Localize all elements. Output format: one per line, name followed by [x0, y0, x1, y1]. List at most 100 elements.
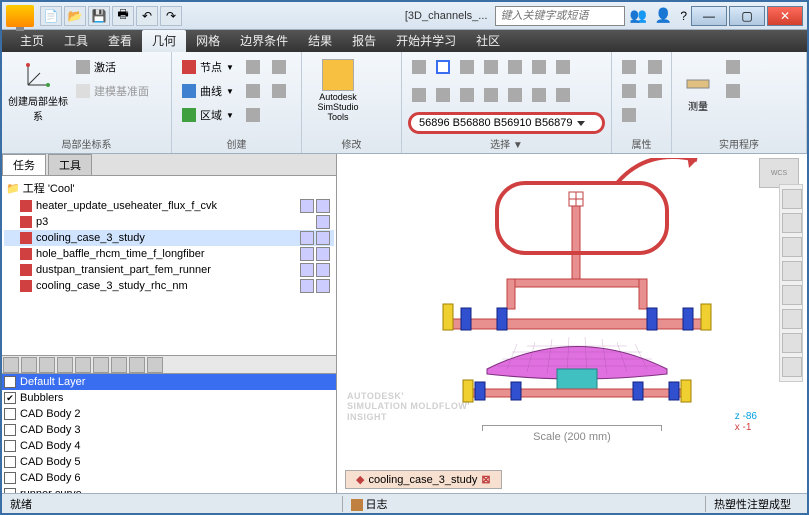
project-root[interactable]: 📁 工程 'Cool'	[4, 178, 334, 198]
activate-button[interactable]: 激活	[72, 56, 153, 78]
layer-btn5[interactable]	[75, 357, 91, 373]
checkbox[interactable]	[4, 456, 16, 468]
qat-open-icon[interactable]: 📂	[64, 6, 86, 26]
layer-btn8[interactable]	[129, 357, 145, 373]
curve-button[interactable]: 曲线▼	[178, 80, 238, 102]
qat-save-icon[interactable]: 💾	[88, 6, 110, 26]
sel-tool7[interactable]	[552, 56, 574, 78]
vp-arrow-icon[interactable]	[782, 213, 802, 233]
sel-tool1[interactable]	[408, 56, 430, 78]
vp-view-icon[interactable]	[782, 357, 802, 377]
menu-1[interactable]: 工具	[54, 30, 98, 52]
layer-btn7[interactable]	[111, 357, 127, 373]
close-button[interactable]: ✕	[767, 6, 803, 26]
util-tool2[interactable]	[722, 80, 744, 102]
community-icon[interactable]: 👥	[629, 7, 646, 24]
sel-arrow-icon[interactable]	[432, 56, 454, 78]
menu-0[interactable]: 主页	[10, 30, 54, 52]
create-local-cs-button[interactable]: 创建局部坐标系	[8, 56, 68, 126]
checkbox[interactable]	[4, 488, 16, 493]
sel-tool3[interactable]	[456, 56, 478, 78]
prop-tool2[interactable]	[618, 80, 640, 102]
region-button[interactable]: 区域▼	[178, 104, 238, 126]
qat-undo-icon[interactable]: ↶	[136, 6, 158, 26]
create-tool4[interactable]	[268, 56, 290, 78]
tree-item[interactable]: hole_baffle_rhcm_time_f_longfiber	[4, 246, 334, 262]
sel-tool14[interactable]	[552, 84, 574, 106]
checkbox[interactable]	[4, 408, 16, 420]
layer-row[interactable]: Bubblers	[2, 390, 336, 406]
log-button[interactable]: 日志	[342, 496, 396, 512]
qat-redo-icon[interactable]: ↷	[160, 6, 182, 26]
tree-item[interactable]: cooling_case_3_study	[4, 230, 334, 246]
checkbox[interactable]	[4, 440, 16, 452]
prop-tool1[interactable]	[618, 56, 640, 78]
vp-zoom-icon[interactable]	[782, 261, 802, 281]
sel-tool10[interactable]	[456, 84, 478, 106]
vp-home-icon[interactable]	[782, 189, 802, 209]
minimize-button[interactable]: —	[691, 6, 727, 26]
tree-item[interactable]: heater_update_useheater_flux_f_cvk	[4, 198, 334, 214]
layer-row[interactable]: CAD Body 6	[2, 470, 336, 486]
sel-tool5[interactable]	[504, 56, 526, 78]
layer-btn3[interactable]	[39, 357, 55, 373]
checkbox[interactable]	[4, 424, 16, 436]
menu-9[interactable]: 社区	[466, 30, 510, 52]
create-tool2[interactable]	[242, 80, 264, 102]
node-button[interactable]: 节点▼	[178, 56, 238, 78]
create-tool3[interactable]	[242, 104, 264, 126]
vp-rotate-icon[interactable]	[782, 309, 802, 329]
maximize-button[interactable]: ▢	[729, 6, 765, 26]
layer-row[interactable]: CAD Body 3	[2, 422, 336, 438]
prop-tool5[interactable]	[644, 80, 666, 102]
menu-7[interactable]: 报告	[342, 30, 386, 52]
sel-tool9[interactable]	[432, 84, 454, 106]
vp-pan-icon[interactable]	[782, 237, 802, 257]
vp-orbit-icon[interactable]	[782, 285, 802, 305]
tab-tasks[interactable]: 任务	[2, 154, 46, 175]
sel-tool8[interactable]	[408, 84, 430, 106]
layer-row[interactable]: CAD Body 5	[2, 454, 336, 470]
tab-tools[interactable]: 工具	[48, 154, 92, 175]
create-tool5[interactable]	[268, 80, 290, 102]
menu-4[interactable]: 网格	[186, 30, 230, 52]
tree-item[interactable]: p3	[4, 214, 334, 230]
checkbox[interactable]	[4, 472, 16, 484]
sel-tool4[interactable]	[480, 56, 502, 78]
menu-8[interactable]: 开始并学习	[386, 30, 466, 52]
util-tool1[interactable]	[722, 56, 744, 78]
layer-row[interactable]: Default Layer	[2, 374, 336, 390]
layer-row[interactable]: CAD Body 2	[2, 406, 336, 422]
checkbox[interactable]	[4, 376, 16, 388]
checkbox[interactable]	[4, 392, 16, 404]
layer-row[interactable]: runner curve	[2, 486, 336, 493]
vp-fit-icon[interactable]	[782, 333, 802, 353]
menu-5[interactable]: 边界条件	[230, 30, 298, 52]
layer-btn4[interactable]	[57, 357, 73, 373]
layer-btn6[interactable]	[93, 357, 109, 373]
tree-item[interactable]: cooling_case_3_study_rhc_nm	[4, 278, 334, 294]
help-icon[interactable]: ?	[680, 9, 687, 23]
create-tool1[interactable]	[242, 56, 264, 78]
base-plane-button[interactable]: 建模基准面	[72, 80, 153, 102]
sign-in-icon[interactable]: 👤	[655, 7, 672, 24]
prop-tool3[interactable]	[618, 104, 640, 126]
layer-btn2[interactable]	[21, 357, 37, 373]
menu-2[interactable]: 查看	[98, 30, 142, 52]
sel-tool6[interactable]	[528, 56, 550, 78]
qat-new-icon[interactable]: 📄	[40, 6, 62, 26]
help-search-input[interactable]	[495, 6, 625, 26]
measure-button[interactable]: 测量	[678, 56, 718, 126]
close-icon[interactable]: ⊠	[481, 473, 490, 486]
qat-print-icon[interactable]: 🖶	[112, 6, 134, 26]
viewport-tab[interactable]: ◆ cooling_case_3_study ⊠	[345, 470, 502, 489]
menu-6[interactable]: 结果	[298, 30, 342, 52]
sel-tool12[interactable]	[504, 84, 526, 106]
sel-tool13[interactable]	[528, 84, 550, 106]
layer-row[interactable]: CAD Body 4	[2, 438, 336, 454]
selection-dropdown[interactable]: 56896 B56880 B56910 B56879	[408, 112, 605, 134]
simstudio-button[interactable]: Autodesk SimStudio Tools	[308, 56, 368, 126]
sel-tool11[interactable]	[480, 84, 502, 106]
layer-btn1[interactable]	[3, 357, 19, 373]
prop-tool4[interactable]	[644, 56, 666, 78]
